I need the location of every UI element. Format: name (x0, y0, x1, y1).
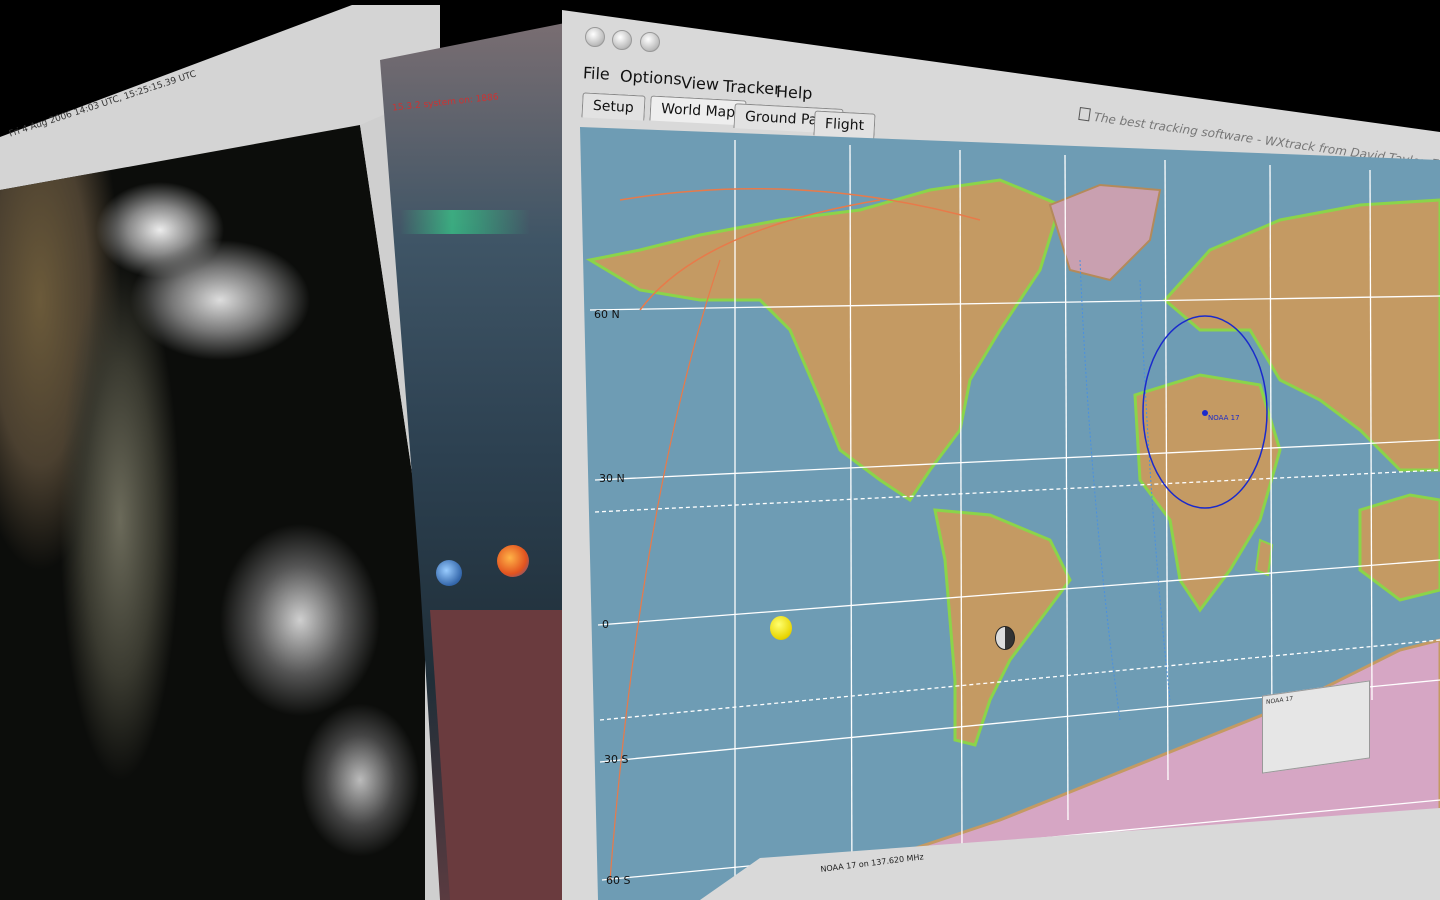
north-america (585, 178, 1062, 503)
status-box[interactable]: NOAA 17 (1262, 680, 1370, 774)
africa (1133, 373, 1282, 613)
world-map-overlay: NOAA 17 60 N 30 N 0 30 S 60 S (585, 140, 1440, 900)
lat-label-60s: 60 S (606, 874, 630, 887)
greenland (1048, 183, 1162, 282)
lat-label-30s: 30 S (604, 753, 628, 766)
lat-label-60n: 60 N (594, 308, 620, 321)
continents (585, 178, 1440, 900)
satellite-label: NOAA 17 (1208, 414, 1240, 422)
status-box-text: NOAA 17 (1266, 695, 1294, 707)
lat-label-30n: 30 N (599, 472, 625, 485)
lat-label-equator: 0 (602, 618, 609, 631)
madagascar (1254, 538, 1274, 577)
sun-icon (770, 616, 792, 640)
moon-icon (995, 626, 1015, 650)
